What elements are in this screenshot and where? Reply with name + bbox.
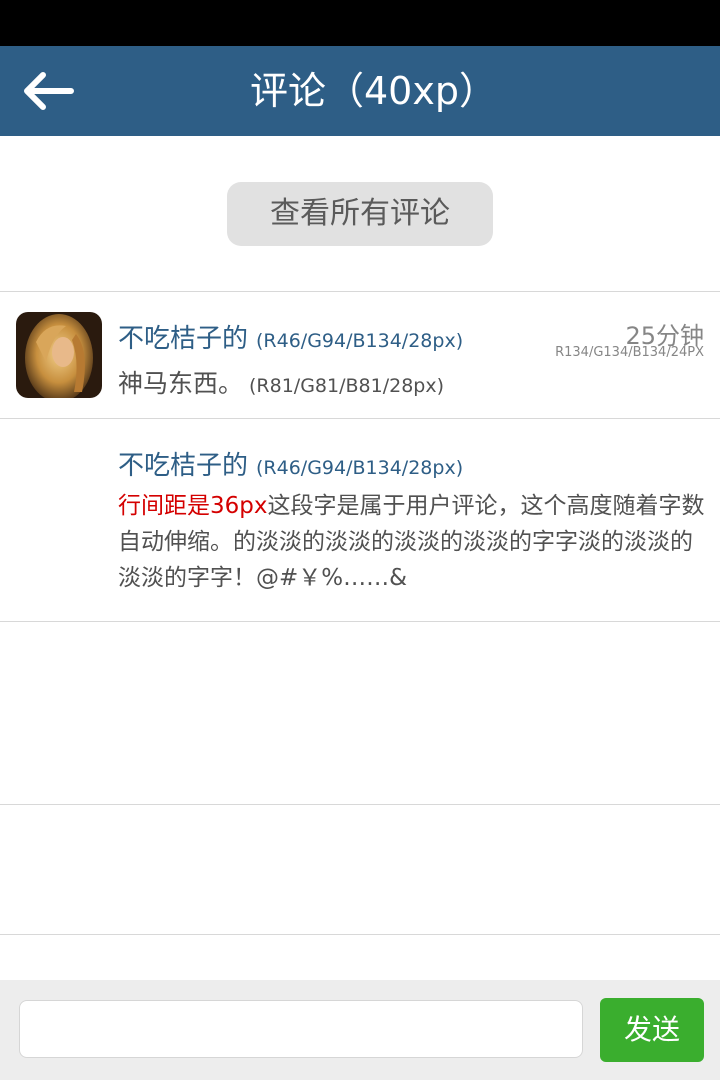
divider [0, 291, 720, 292]
divider [0, 418, 720, 419]
text-style-note: (R81/G81/B81/28px) [249, 375, 445, 397]
back-button[interactable] [14, 64, 84, 118]
author-style-note: (R46/G94/B134/28px) [256, 457, 464, 479]
comment-input[interactable] [19, 1000, 583, 1058]
line-spacing-note: 行间距是36px [118, 493, 268, 519]
divider [0, 934, 720, 935]
page-title: 评论（40xp） [250, 69, 497, 113]
avatar[interactable] [16, 312, 102, 398]
send-button[interactable]: 发送 [600, 998, 704, 1062]
divider [0, 621, 720, 622]
view-all-comments-button[interactable]: 查看所有评论 [227, 182, 493, 246]
arrow-left-icon [24, 72, 74, 110]
header-bar: 评论（40xp） [0, 46, 720, 136]
comment-author[interactable]: 不吃桔子的 (R46/G94/B134/28px) [118, 445, 463, 482]
comment-text: 神马东西。 (R81/G81/B81/28px) [118, 369, 445, 398]
status-bar [0, 0, 720, 46]
comment-author[interactable]: 不吃桔子的 (R46/G94/B134/28px) [118, 318, 463, 355]
author-style-note: (R46/G94/B134/28px) [256, 330, 464, 352]
time-style-note: R134/G134/B134/24PX [555, 345, 704, 360]
comment-text: 行间距是36px这段字是属于用户评论，这个高度随着字数自动伸缩。的淡淡的淡淡的淡… [118, 493, 705, 591]
divider [0, 804, 720, 805]
